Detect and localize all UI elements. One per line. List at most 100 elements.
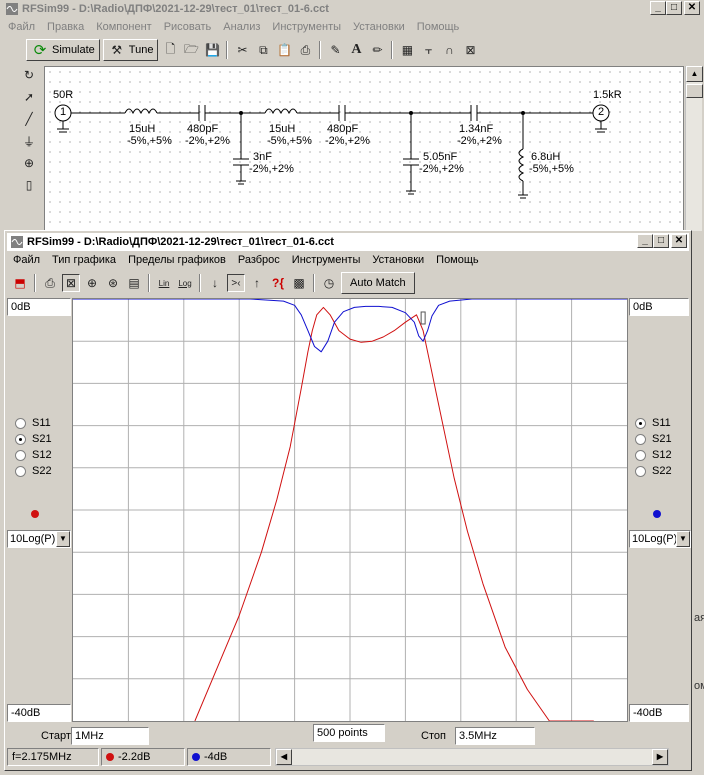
menu-file[interactable]: Файл <box>2 21 41 33</box>
text-icon[interactable]: A <box>347 41 365 59</box>
minimize-button[interactable]: _ <box>650 1 666 15</box>
right-top-limit-field[interactable]: 0dB <box>629 298 689 316</box>
magnet-icon[interactable]: ∩ <box>440 41 458 59</box>
tune-button[interactable]: ⚒ Tune <box>102 39 159 61</box>
scroll-up-button[interactable]: ▲ <box>686 66 703 82</box>
simulate-button[interactable]: ⟳ Simulate <box>26 39 100 61</box>
right-scale-select[interactable]: 10Log(P) ▼ <box>629 530 691 548</box>
resistor-icon[interactable]: ▯ <box>20 176 38 194</box>
save-icon[interactable]: 💾 <box>203 41 221 59</box>
narrow-icon[interactable]: >‹ <box>227 274 245 292</box>
left-bottom-limit-field[interactable]: -40dB <box>7 704 71 722</box>
port-icon[interactable]: ⊕ <box>20 154 38 172</box>
menu-analysis[interactable]: Анализ <box>217 21 266 33</box>
menu-graph-type[interactable]: Тип графика <box>46 254 122 266</box>
rect-graph-icon[interactable]: ⊠ <box>62 274 80 292</box>
cap1-value: 480pF <box>187 123 219 135</box>
log-scale-button[interactable]: Log <box>176 274 194 292</box>
close-button[interactable]: ✕ <box>671 234 687 248</box>
chevron-down-icon: ▼ <box>56 531 70 547</box>
print-icon[interactable]: ⎙ <box>296 41 314 59</box>
help-marker-icon[interactable]: ?{ <box>269 274 287 292</box>
table-icon[interactable]: ▤ <box>125 274 143 292</box>
plot-area[interactable] <box>72 298 628 722</box>
right-radio-s11[interactable]: S11 <box>635 415 672 431</box>
menu-component[interactable]: Компонент <box>90 21 157 33</box>
right-trace-color-dot <box>653 510 661 518</box>
chevron-down-icon: ▼ <box>676 531 690 547</box>
graph-titlebar[interactable]: RFSim99 - D:\Radio\ДПФ\2021-12-29\тест_0… <box>7 233 689 251</box>
right-bottom-limit-field[interactable]: -40dB <box>629 704 689 722</box>
smith-chart-icon[interactable]: ⊛ <box>104 274 122 292</box>
scroll-left-button[interactable]: ◀ <box>276 749 292 765</box>
scroll-right-button[interactable]: ▶ <box>652 749 668 765</box>
toolbar-separator <box>313 274 315 292</box>
red-dot <box>106 753 114 761</box>
rotate-icon[interactable]: ↻ <box>20 66 38 84</box>
points-input[interactable]: 500 points <box>313 724 385 742</box>
left-scale-select[interactable]: 10Log(P) ▼ <box>7 530 71 548</box>
transmission-line-icon[interactable]: ⫟ <box>419 41 437 59</box>
port1-number: 1 <box>60 106 67 118</box>
menu-spread[interactable]: Разброс <box>232 254 286 266</box>
close-button[interactable]: ✕ <box>684 1 700 15</box>
copy-icon[interactable]: ⧉ <box>254 41 272 59</box>
menu-help[interactable]: Помощь <box>430 254 485 266</box>
right-radio-s12[interactable]: S12 <box>635 447 672 463</box>
main-titlebar[interactable]: RFSim99 - D:\Radio\ДПФ\2021-12-29\тест_0… <box>2 0 702 18</box>
maximize-button[interactable]: □ <box>653 234 669 248</box>
calculator-icon[interactable]: ▦ <box>398 41 416 59</box>
left-trace-color-dot <box>31 510 39 518</box>
left-radio-s11[interactable]: S11 <box>15 415 52 431</box>
schematic-scrollbar[interactable]: ▲ <box>685 66 703 231</box>
toolbar-separator <box>226 41 229 59</box>
left-radio-s12[interactable]: S12 <box>15 447 52 463</box>
left-radio-s22[interactable]: S22 <box>15 463 52 479</box>
smith-tool-icon[interactable]: ⊠ <box>461 41 479 59</box>
arrow-down-icon[interactable]: ↓ <box>206 274 224 292</box>
menu-tools[interactable]: Инструменты <box>286 254 367 266</box>
pen-icon[interactable]: ✎ <box>326 41 344 59</box>
scroll-thumb[interactable] <box>686 84 703 98</box>
print-icon[interactable]: ⎙ <box>41 274 59 292</box>
left-top-limit-field[interactable]: 0dB <box>7 298 71 316</box>
start-frequency-input[interactable]: 1MHz <box>71 727 149 745</box>
paste-icon[interactable]: 📋 <box>275 41 293 59</box>
cut-icon[interactable]: ✂ <box>233 41 251 59</box>
maximize-button[interactable]: □ <box>666 1 682 15</box>
pencil-icon[interactable]: ✏ <box>368 41 386 59</box>
auto-match-button[interactable]: Auto Match <box>341 272 415 294</box>
menu-edit[interactable]: Правка <box>41 21 90 33</box>
menu-tools[interactable]: Инструменты <box>266 21 347 33</box>
right-radio-s22[interactable]: S22 <box>635 463 672 479</box>
schematic-canvas[interactable]: 1 50R 2 1.5kR 15uH -5%,+5% 480pF -2%,+2%… <box>44 66 684 231</box>
ground-icon[interactable]: ⏚ <box>20 132 38 150</box>
left-radio-s21[interactable]: S21 <box>15 431 52 447</box>
menu-settings[interactable]: Установки <box>366 254 430 266</box>
frequency-marker[interactable] <box>420 311 426 325</box>
right-radio-s21[interactable]: S21 <box>635 431 672 447</box>
wire-icon[interactable]: ╱ <box>20 110 38 128</box>
stop-frequency-input[interactable]: 3.5MHz <box>455 727 535 745</box>
scatter-icon[interactable]: ▩ <box>290 274 308 292</box>
menu-help[interactable]: Помощь <box>411 21 466 33</box>
menu-draw[interactable]: Рисовать <box>158 21 218 33</box>
menu-file[interactable]: Файл <box>7 254 46 266</box>
pointer-icon[interactable]: ➚ <box>20 88 38 106</box>
horizontal-scrollbar[interactable]: ◀ ▶ <box>275 748 669 766</box>
clock-icon[interactable]: ◷ <box>320 274 338 292</box>
export-icon[interactable]: ⬒ <box>11 274 29 292</box>
background-edge-text-1: ая <box>694 612 704 624</box>
arrow-up-icon[interactable]: ↑ <box>248 274 266 292</box>
graph-menubar: Файл Тип графика Пределы графиков Разбро… <box>7 251 689 269</box>
open-folder-icon[interactable]: 🗁 <box>182 41 200 59</box>
new-file-icon[interactable]: 🗋 <box>161 41 179 59</box>
cap-shunt2-tol: -2%,+2% <box>419 163 464 175</box>
minimize-button[interactable]: _ <box>637 234 653 248</box>
polar-icon[interactable]: ⊕ <box>83 274 101 292</box>
menu-settings[interactable]: Установки <box>347 21 411 33</box>
draw-toolbar: ↻ ➚ ╱ ⏚ ⊕ ▯ <box>20 66 42 236</box>
lin-scale-button[interactable]: Lin <box>155 274 173 292</box>
menu-graph-limits[interactable]: Пределы графиков <box>122 254 232 266</box>
s21-trace <box>194 306 594 721</box>
